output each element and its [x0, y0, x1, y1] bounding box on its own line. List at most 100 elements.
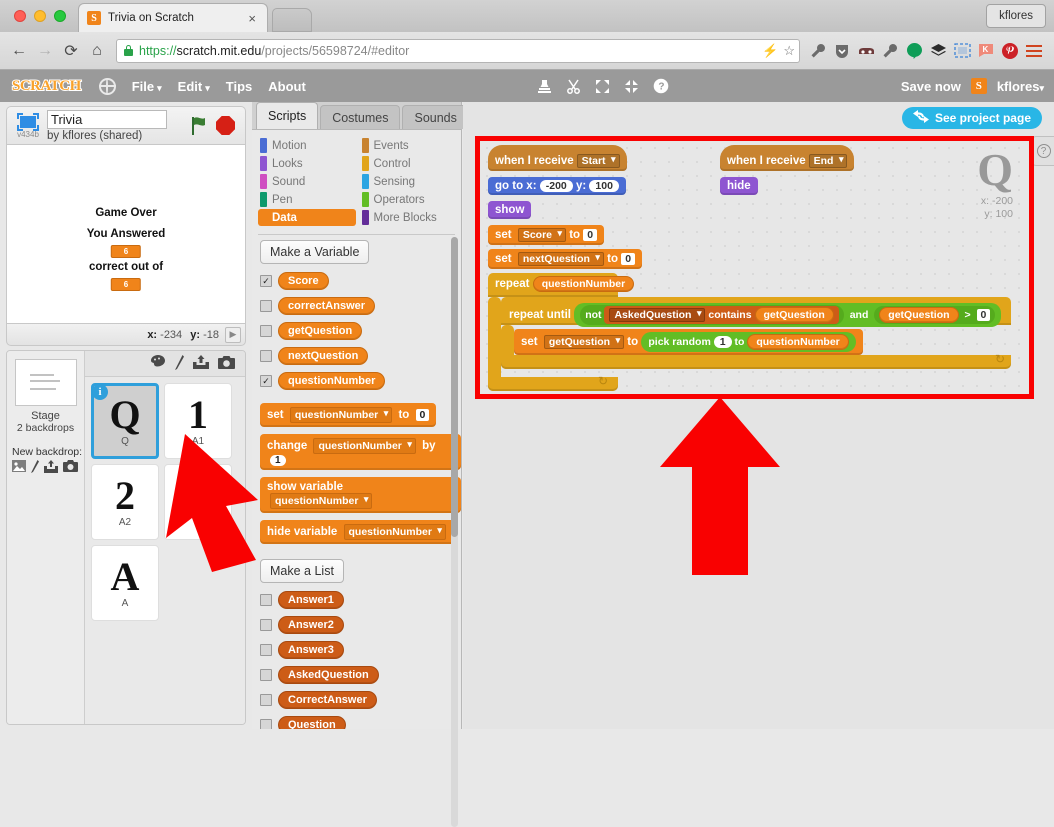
palette-scrollbar-thumb[interactable] — [451, 237, 458, 537]
stage-size-control[interactable]: v434b — [13, 112, 43, 139]
home-icon[interactable]: ⌂ — [84, 38, 110, 64]
block-set-nextquestion[interactable]: set nextQuestion to 0 — [488, 249, 643, 269]
choose-sprite-icon[interactable] — [175, 354, 184, 373]
y-input[interactable]: 100 — [589, 180, 619, 192]
operator-pick-random[interactable]: pick random 1 to questionNumber — [641, 332, 856, 352]
stop-icon[interactable] — [216, 116, 235, 135]
list-checkbox[interactable] — [260, 644, 272, 656]
palette-list-row[interactable]: Answer1 — [260, 591, 461, 609]
list-contains-block[interactable]: AskedQuestion contains getQuestion — [604, 306, 839, 324]
list-pill[interactable]: Answer1 — [278, 591, 344, 609]
shield-icon[interactable] — [832, 40, 852, 62]
variable-checkbox[interactable] — [260, 300, 272, 312]
address-bar[interactable]: https://scratch.mit.edu/projects/5659872… — [116, 38, 800, 63]
upload-backdrop-icon[interactable] — [44, 460, 58, 476]
camera-backdrop-icon[interactable] — [63, 460, 78, 476]
category-sound[interactable]: Sound — [258, 173, 356, 190]
list-pill[interactable]: Answer2 — [278, 616, 344, 634]
stage-selector[interactable]: Stage 2 backdrops New backdrop: — [7, 351, 85, 724]
block-set-score[interactable]: set Score to 0 — [488, 225, 605, 245]
menu-edit[interactable]: Edit ▾ — [178, 79, 210, 94]
scratch-logo[interactable]: SCRATCH — [8, 77, 85, 96]
menu-about[interactable]: About — [268, 79, 306, 94]
wrench2-icon[interactable] — [880, 40, 900, 62]
palette-list-row[interactable]: CorrectAnswer — [260, 691, 461, 709]
variable-dropdown[interactable]: Score — [517, 228, 567, 242]
category-data[interactable]: Data — [258, 209, 356, 226]
help-panel-tab[interactable]: ? — [1032, 136, 1054, 166]
block-repeat[interactable]: repeat questionNumber — [488, 273, 641, 295]
palette-list-row[interactable]: AskedQuestion — [260, 666, 461, 684]
x-input[interactable]: -200 — [539, 180, 573, 192]
list-pill[interactable]: Question — [278, 716, 346, 729]
palette-block-set-variable[interactable]: set questionNumber to 0 — [260, 403, 437, 427]
grow-icon[interactable] — [595, 79, 610, 94]
variable-checkbox[interactable]: ✓ — [260, 275, 272, 287]
operand-variable[interactable]: getQuestion — [754, 307, 834, 323]
variable-dropdown[interactable]: questionNumber — [270, 493, 373, 509]
block-go-to-xy[interactable]: go to x: -200 y: 100 — [488, 177, 626, 195]
palette-variable-row[interactable]: ✓ Score — [260, 272, 461, 290]
operator-and[interactable]: not AskedQuestion contains getQuestion a… — [574, 303, 1002, 327]
sprite-info-icon[interactable]: i — [92, 384, 108, 400]
category-control[interactable]: Control — [360, 155, 458, 172]
palette-variable-row[interactable]: nextQuestion — [260, 347, 461, 365]
palette-list-row[interactable]: Answer2 — [260, 616, 461, 634]
upload-sprite-icon[interactable] — [193, 355, 209, 372]
variable-checkbox[interactable] — [260, 325, 272, 337]
palette-block-change-variable[interactable]: change questionNumber by 1 — [260, 434, 461, 470]
layers-icon[interactable] — [928, 40, 948, 62]
category-pen[interactable]: Pen — [258, 191, 356, 208]
new-tab-button[interactable] — [272, 8, 312, 32]
block-show[interactable]: show — [488, 201, 532, 219]
save-now-button[interactable]: Save now — [901, 79, 961, 94]
stage-collapse-button[interactable]: ▶ — [225, 326, 241, 343]
hangouts-icon[interactable] — [904, 40, 924, 62]
palette-list-row[interactable]: Question — [260, 716, 461, 729]
bookmark-star-icon[interactable]: ☆ — [783, 43, 795, 59]
pinterest-icon[interactable] — [1000, 40, 1020, 62]
variable-pill[interactable]: Score — [278, 272, 329, 290]
variable-dropdown[interactable]: nextQuestion — [517, 252, 604, 266]
menu-tips[interactable]: Tips — [226, 79, 253, 94]
make-a-list-button[interactable]: Make a List — [260, 559, 344, 583]
value-input[interactable]: 1 — [270, 455, 286, 466]
choose-backdrop-icon[interactable] — [12, 460, 26, 476]
palette-variable-row[interactable]: ✓ questionNumber — [260, 372, 461, 390]
camera-sprite-icon[interactable] — [218, 355, 235, 372]
block-when-i-receive-start[interactable]: when I receive Start — [488, 145, 627, 171]
category-sensing[interactable]: Sensing — [360, 173, 458, 190]
lightning-icon[interactable]: ⚡ — [762, 43, 778, 59]
value-input[interactable]: 0 — [415, 409, 430, 421]
value-input[interactable]: 0 — [621, 253, 636, 265]
variable-dropdown[interactable]: questionNumber — [343, 524, 446, 540]
wrench-icon[interactable] — [808, 40, 828, 62]
screenshot-icon[interactable] — [952, 40, 972, 62]
list-checkbox[interactable] — [260, 619, 272, 631]
variable-dropdown[interactable]: questionNumber — [313, 438, 416, 454]
list-checkbox[interactable] — [260, 669, 272, 681]
window-close-button[interactable] — [14, 10, 26, 22]
browser-tab[interactable]: S Trivia on Scratch × — [78, 3, 268, 32]
category-events[interactable]: Events — [360, 137, 458, 154]
category-operators[interactable]: Operators — [360, 191, 458, 208]
random-to-variable[interactable]: questionNumber — [747, 334, 849, 350]
operator-greater-than[interactable]: getQuestion > 0 — [874, 306, 996, 324]
window-maximize-button[interactable] — [54, 10, 66, 22]
scripts-canvas[interactable]: Q x: -200 y: 100 when I receiveStart go … — [475, 136, 1034, 399]
block-palette[interactable]: Make a Variable ✓ Score correctAnswer ge… — [252, 232, 461, 729]
palette-list-row[interactable]: Answer3 — [260, 641, 461, 659]
variable-pill[interactable]: nextQuestion — [278, 347, 369, 365]
operator-not[interactable]: not AskedQuestion contains getQuestion — [580, 305, 844, 325]
message-dropdown[interactable]: Start — [576, 154, 620, 168]
palette-scrollbar[interactable] — [451, 237, 458, 827]
scissors-icon[interactable] — [566, 79, 581, 94]
help-icon[interactable]: ? — [653, 78, 669, 94]
list-pill[interactable]: AskedQuestion — [278, 666, 379, 684]
forward-icon[interactable]: → — [32, 38, 58, 64]
list-checkbox[interactable] — [260, 694, 272, 706]
block-repeat-until[interactable]: repeat until not AskedQuestion contains … — [505, 301, 1005, 329]
message-dropdown[interactable]: End — [808, 154, 848, 168]
repeat-count-variable[interactable]: questionNumber — [532, 276, 635, 292]
list-pill[interactable]: Answer3 — [278, 641, 344, 659]
